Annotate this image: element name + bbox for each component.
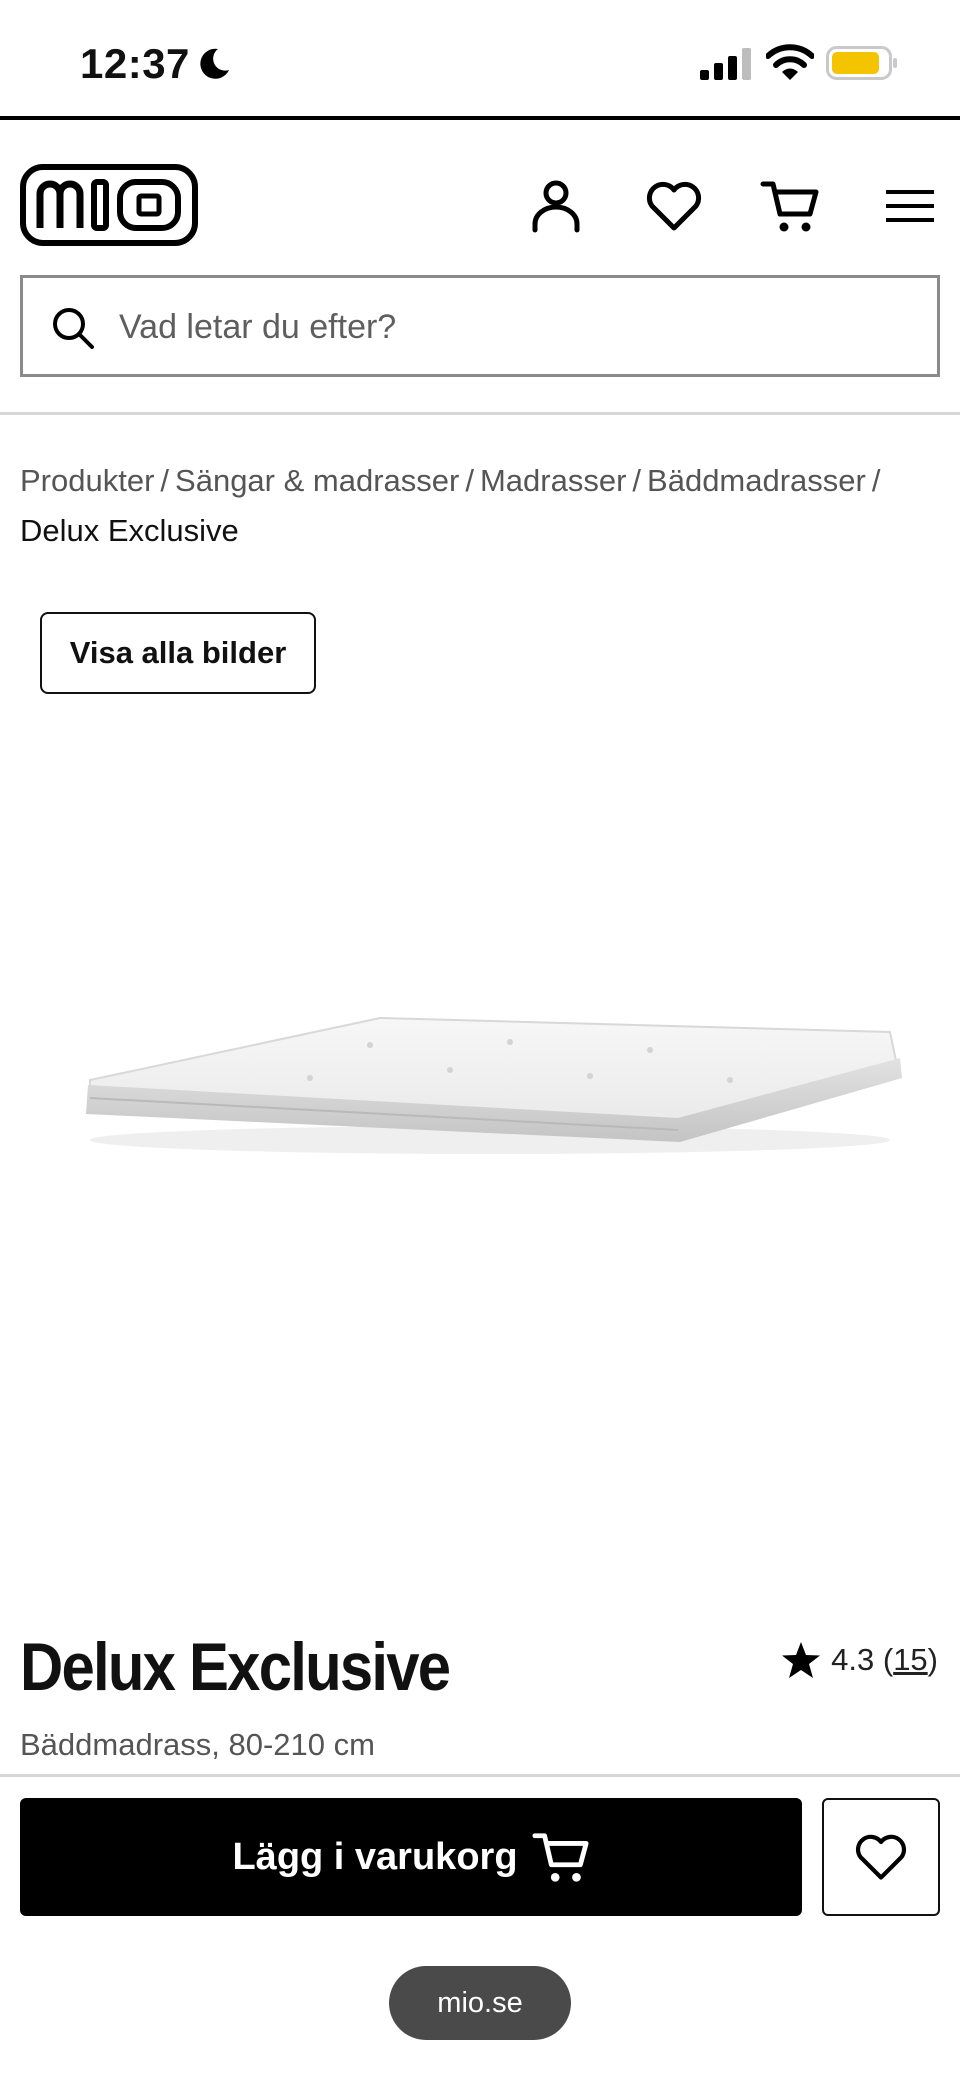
info-divider: [0, 1774, 960, 1777]
breadcrumb: Produkter / Sängar & madrasser / Madrasser / B…: [20, 456, 950, 556]
header-divider: [0, 412, 960, 415]
battery-icon: [826, 46, 897, 80]
breadcrumb-item-sangar-madrasser[interactable]: Sängar & madrasser: [175, 463, 459, 498]
breadcrumb-separator: /: [871, 463, 881, 498]
review-count-link[interactable]: 15: [893, 1642, 927, 1678]
add-to-cart-label: Lägg i varukorg: [232, 1835, 518, 1878]
breadcrumb-separator: /: [465, 463, 474, 498]
product-title: Delux Exclusive: [20, 1629, 451, 1705]
product-rating[interactable]: 4.3 (15): [781, 1640, 938, 1680]
search-input[interactable]: [119, 300, 899, 354]
moon-icon: [200, 48, 229, 79]
product-image[interactable]: [70, 990, 910, 1170]
breadcrumb-separator: /: [632, 463, 642, 498]
wifi-icon: [766, 44, 814, 80]
star-icon: [782, 1642, 821, 1678]
add-to-wishlist-button[interactable]: [822, 1798, 940, 1916]
rating-count-open-paren: (: [874, 1642, 894, 1677]
view-all-images-button[interactable]: Visa alla bilder: [40, 612, 316, 694]
browser-url-pill[interactable]: mio.se: [389, 1966, 571, 2040]
status-time: 12:37: [80, 40, 190, 87]
status-bar: 12:37: [0, 0, 960, 116]
breadcrumb-separator: /: [160, 463, 170, 498]
rating-count-close-paren: ): [927, 1642, 938, 1677]
cart-icon: [532, 1833, 589, 1882]
search-icon[interactable]: [51, 306, 95, 350]
breadcrumb-item-baddmadrasser[interactable]: Bäddmadrasser: [647, 463, 866, 498]
breadcrumb-item-madrasser[interactable]: Madrasser: [480, 463, 626, 498]
breadcrumb-item-produkter[interactable]: Produkter: [20, 463, 154, 498]
hamburger-menu-icon[interactable]: [880, 176, 940, 236]
heart-icon: [855, 1834, 907, 1880]
rating-value: 4.3: [831, 1642, 875, 1677]
add-to-cart-button[interactable]: Lägg i varukorg: [20, 1798, 802, 1916]
cellular-signal-icon: [700, 48, 751, 80]
search-box[interactable]: [20, 275, 940, 377]
breadcrumb-current: Delux Exclusive: [20, 513, 239, 548]
user-icon[interactable]: [526, 176, 586, 236]
cart-icon[interactable]: [760, 176, 820, 236]
heart-icon[interactable]: [644, 176, 704, 236]
mio-logo[interactable]: [20, 164, 198, 246]
product-subtitle: Bäddmadrass, 80-210 cm: [20, 1727, 375, 1762]
